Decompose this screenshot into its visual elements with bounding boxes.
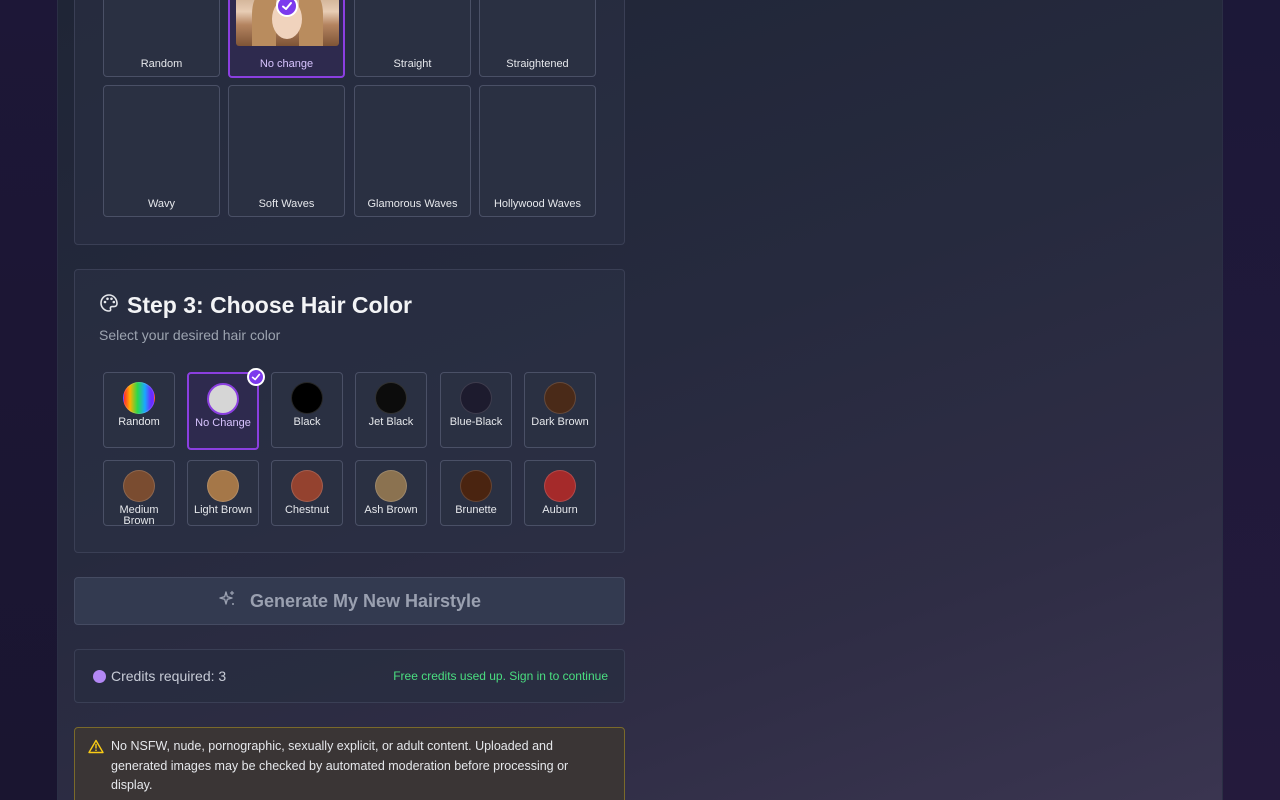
style-option-label: Soft Waves <box>258 198 315 210</box>
selected-check-icon <box>247 368 265 386</box>
color-option-label: Auburn <box>542 504 578 516</box>
left-background <box>0 0 57 800</box>
color-swatch <box>460 382 492 414</box>
style-option-straightened[interactable]: Straightened <box>479 0 596 77</box>
style-option-label: Straight <box>393 58 432 70</box>
generate-button[interactable]: Generate My New Hairstyle <box>74 577 625 625</box>
color-swatch <box>207 383 239 415</box>
color-option-auburn[interactable]: Auburn <box>524 460 596 526</box>
color-option-label: Ash Brown <box>364 504 418 516</box>
color-swatch <box>460 470 492 502</box>
sparkles-icon <box>218 590 236 613</box>
hair-color-panel: Step 3: Choose Hair Color Select your de… <box>74 269 625 553</box>
credits-dot-icon <box>93 670 106 683</box>
color-option-label: Dark Brown <box>531 416 589 428</box>
style-option-label: No change <box>259 58 314 70</box>
style-option-glamorous-waves[interactable]: Glamorous Waves <box>354 85 471 217</box>
color-swatch <box>375 470 407 502</box>
color-swatch <box>375 382 407 414</box>
color-option-label: Random <box>118 416 160 428</box>
style-option-hollywood-waves[interactable]: Hollywood Waves <box>479 85 596 217</box>
step3-subtitle: Select your desired hair color <box>99 327 281 343</box>
warning-icon <box>88 739 104 759</box>
color-swatch <box>544 382 576 414</box>
color-swatch <box>544 470 576 502</box>
style-option-random[interactable]: Random <box>103 0 220 77</box>
color-option-label: Jet Black <box>368 416 414 428</box>
style-option-label: Glamorous Waves <box>367 198 458 210</box>
color-option-label: Blue-Black <box>449 416 503 428</box>
color-option-brunette[interactable]: Brunette <box>440 460 512 526</box>
style-option-label: Straightened <box>506 58 569 70</box>
color-option-black[interactable]: Black <box>271 372 343 448</box>
style-option-wavy[interactable]: Wavy <box>103 85 220 217</box>
style-option-straight[interactable]: Straight <box>354 0 471 77</box>
style-option-label: Random <box>140 58 183 70</box>
color-option-label: Black <box>293 416 321 428</box>
style-option-label: Wavy <box>147 198 176 210</box>
color-swatch <box>291 382 323 414</box>
color-option-dark-brown[interactable]: Dark Brown <box>524 372 596 448</box>
hair-style-panel: Random No change Straight Straightened W… <box>74 0 625 245</box>
step3-title: Step 3: Choose Hair Color <box>99 292 412 319</box>
style-option-label: Hollywood Waves <box>493 198 581 210</box>
generate-button-label: Generate My New Hairstyle <box>249 590 482 611</box>
color-option-ash-brown[interactable]: Ash Brown <box>355 460 427 526</box>
color-option-chestnut[interactable]: Chestnut <box>271 460 343 526</box>
color-option-blue-black[interactable]: Blue-Black <box>440 372 512 448</box>
color-option-light-brown[interactable]: Light Brown <box>187 460 259 526</box>
color-option-label: Light Brown <box>193 504 253 516</box>
color-option-label: Brunette <box>455 504 497 516</box>
color-option-medium-brown[interactable]: Medium Brown <box>103 460 175 527</box>
credits-required: Credits required: 3 <box>111 668 227 684</box>
notice-text: No NSFW, nude, pornographic, sexually ex… <box>111 739 569 792</box>
color-swatch <box>123 470 155 502</box>
main-content: Random No change Straight Straightened W… <box>57 0 1223 800</box>
moderation-notice: No NSFW, nude, pornographic, sexually ex… <box>74 727 625 800</box>
color-swatch <box>207 470 239 502</box>
color-swatch <box>291 470 323 502</box>
style-option-no-change[interactable]: No change <box>228 0 345 78</box>
color-option-random[interactable]: Random <box>103 372 175 448</box>
credits-bar: Credits required: 3 Free credits used up… <box>74 649 625 703</box>
color-option-label: No Change <box>195 417 251 429</box>
color-option-jet-black[interactable]: Jet Black <box>355 372 427 448</box>
color-option-label: Medium Brown <box>119 504 159 527</box>
sign-in-link[interactable]: Free credits used up. Sign in to continu… <box>393 669 608 683</box>
palette-icon <box>99 292 119 319</box>
step3-title-text: Step 3: Choose Hair Color <box>127 292 412 318</box>
color-option-no-change[interactable]: No Change <box>187 368 265 450</box>
color-option-label: Chestnut <box>284 504 330 516</box>
color-swatch <box>123 382 155 414</box>
style-option-soft-waves[interactable]: Soft Waves <box>228 85 345 217</box>
right-background <box>1223 0 1280 800</box>
